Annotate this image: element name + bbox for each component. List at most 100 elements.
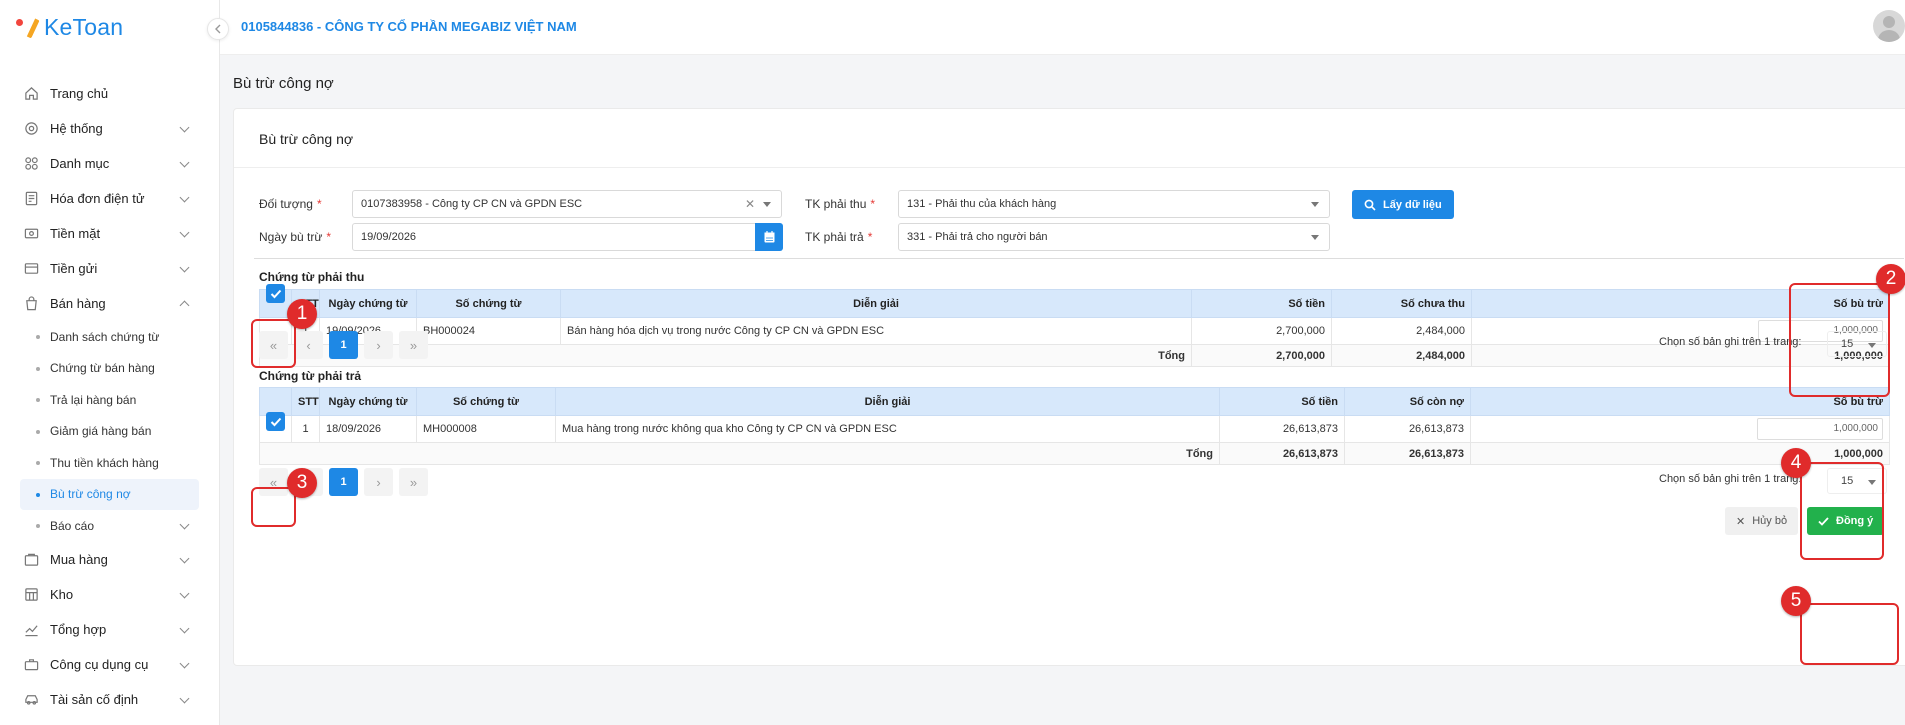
chart-icon (22, 620, 40, 638)
cell-description: Bán hàng hóa dịch vụ trong nước Công ty … (560, 317, 1192, 345)
ngay-bu-tru-input[interactable]: 19/09/2026 (352, 223, 756, 251)
check-icon (270, 289, 281, 298)
annotation-box-3 (251, 487, 296, 527)
doi-tuong-select[interactable]: 0107383958 - Công ty CP CN và GPDN ESC ✕ (352, 190, 782, 218)
tk-phai-thu-value: 131 - Phải thu của khách hàng (907, 198, 1057, 210)
col-header-debt: Số còn nợ (1344, 387, 1471, 416)
doi-tuong-label: Đối tượng * (259, 197, 322, 211)
payable-row-checkbox[interactable] (266, 412, 285, 431)
col-header-date: Ngày chứng từ (319, 289, 417, 318)
sidebar-item-tools[interactable]: Công cụ dụng cụ (0, 647, 220, 682)
total-row: Tổng 26,613,873 26,613,873 1,000,000 (259, 442, 1890, 465)
sidebar-item-label: Kho (50, 586, 74, 602)
sidebar-item-deposit[interactable]: Tiền gửi (0, 251, 220, 286)
sidebar-subitem-document-list[interactable]: Danh sách chứng từ (0, 321, 220, 353)
total-debt: 26,613,873 (1344, 442, 1471, 465)
sidebar-item-purchasing[interactable]: Mua hàng (0, 542, 220, 577)
avatar[interactable] (1873, 10, 1905, 42)
sidebar-subitem-label: Bù trừ công nợ (50, 487, 131, 502)
table-row[interactable]: 1 19/09/2026 BH000024 Bán hàng hóa dịch … (259, 317, 1890, 345)
sidebar-item-system[interactable]: Hệ thống (0, 111, 220, 146)
tk-phai-thu-label: TK phải thu * (805, 197, 876, 211)
chevron-down-icon (179, 227, 190, 238)
sidebar-subitem-debt-offset[interactable]: Bù trừ công nợ (20, 478, 199, 510)
cell-date: 18/09/2026 (319, 415, 417, 443)
sidebar-item-label: Tài sản cố định (50, 691, 139, 707)
receivable-row-checkbox[interactable] (266, 284, 285, 303)
sidebar-item-fixed-assets[interactable]: Tài sản cố định (0, 682, 220, 717)
receivable-table: STT Ngày chứng từ Số chứng từ Diễn giải … (259, 289, 1890, 367)
sidebar-item-label: Hóa đơn điện tử (50, 191, 145, 206)
sidebar-subitem-label: Chứng từ bán hàng (50, 361, 155, 376)
prev-page-button[interactable]: ‹ (294, 331, 323, 359)
page-number-button[interactable]: 1 (329, 331, 358, 359)
sidebar-subitem-reports[interactable]: Báo cáo (0, 510, 220, 542)
sidebar-collapse-button[interactable] (207, 18, 229, 40)
sidebar-item-cash[interactable]: Tiền mặt (0, 216, 220, 251)
chevron-down-icon (179, 157, 190, 168)
col-header-amount: Số tiền (1219, 387, 1345, 416)
cell-doc-number: BH000024 (416, 317, 561, 345)
tk-phai-thu-select[interactable]: 131 - Phải thu của khách hàng (898, 190, 1330, 218)
chevron-left-icon (215, 24, 221, 34)
sidebar-subitem-sales-discount[interactable]: Giảm giá hàng bán (0, 416, 220, 448)
cell-stt: 1 (291, 415, 320, 443)
car-icon (22, 690, 40, 708)
chevron-up-icon (179, 300, 190, 311)
sidebar-item-home[interactable]: Trang chủ (0, 76, 220, 111)
close-icon[interactable]: ✕ (745, 197, 755, 211)
annotation-box-5 (1800, 603, 1899, 665)
calendar-button[interactable] (755, 223, 783, 251)
sidebar-item-catalog[interactable]: Danh mục (0, 146, 220, 181)
cancel-label: Hủy bỏ (1752, 515, 1788, 527)
last-page-button[interactable]: » (399, 331, 428, 359)
annotation-box-1 (251, 319, 296, 368)
sidebar-item-summary[interactable]: Tổng hợp (0, 612, 220, 647)
sidebar-menu: Trang chủ Hệ thống Danh mục Hóa đơn điện… (0, 76, 220, 717)
sidebar-subitem-sales-returns[interactable]: Trả lại hàng bán (0, 384, 220, 416)
sidebar-item-label: Tổng hợp (50, 621, 107, 637)
sidebar: KeToan Trang chủ Hệ thống Danh mục Hóa đ… (0, 0, 220, 725)
sidebar-item-label: Trang chủ (50, 86, 109, 101)
fetch-data-button[interactable]: Lấy dữ liệu (1352, 190, 1454, 219)
annotation-badge-1: 1 (287, 299, 317, 329)
table-row[interactable]: 1 18/09/2026 MH000008 Mua hàng trong nướ… (259, 415, 1890, 443)
total-amount: 26,613,873 (1219, 442, 1345, 465)
tk-phai-tra-select[interactable]: 331 - Phải trả cho người bán (898, 223, 1330, 251)
cancel-button[interactable]: ✕ Hủy bỏ (1725, 507, 1799, 535)
chevron-down-icon (179, 519, 190, 530)
tk-phai-tra-label: TK phải trả * (805, 230, 873, 244)
next-page-button[interactable]: › (364, 331, 393, 359)
page-number-button[interactable]: 1 (329, 468, 358, 496)
payable-table: STT Ngày chứng từ Số chứng từ Diễn giải … (259, 387, 1890, 465)
offset-input[interactable]: 1,000,000 (1757, 418, 1883, 440)
sidebar-subitem-label: Trả lại hàng bán (50, 392, 137, 407)
warehouse-icon (22, 585, 40, 603)
sidebar-item-label: Công cụ dụng cụ (50, 656, 149, 672)
divider (254, 258, 1904, 259)
debt-offset-card: Bù trừ công nợ Đối tượng * 0107383958 - C… (233, 108, 1905, 666)
sidebar-item-label: Tiền gửi (50, 261, 98, 276)
page-title: Bù trừ công nợ (233, 75, 334, 92)
sidebar-item-label: Hệ thống (50, 121, 103, 136)
sidebar-subitem-sales-documents[interactable]: Chứng từ bán hàng (0, 353, 220, 385)
annotation-box-4 (1800, 462, 1884, 560)
caret-down-icon (1311, 235, 1319, 240)
bag-icon (22, 295, 40, 313)
calendar-icon (764, 231, 774, 243)
cell-description: Mua hàng trong nước không qua kho Công t… (555, 415, 1220, 443)
last-page-button[interactable]: » (399, 468, 428, 496)
sidebar-item-warehouse[interactable]: Kho (0, 577, 220, 612)
per-page-label: Chọn số bản ghi trên 1 trang: (1659, 336, 1802, 348)
sidebar-item-label: Danh mục (50, 156, 110, 171)
card-title: Bù trừ công nợ (259, 131, 354, 147)
next-page-button[interactable]: › (364, 468, 393, 496)
logo[interactable]: KeToan (14, 12, 123, 42)
sidebar-subitem-customer-receipts[interactable]: Thu tiền khách hàng (0, 447, 220, 479)
col-header-amount: Số tiền (1191, 289, 1332, 318)
sidebar-item-sales[interactable]: Bán hàng (0, 286, 220, 321)
cell-doc-number: MH000008 (416, 415, 556, 443)
cell-unpaid: 2,484,000 (1331, 317, 1472, 345)
sidebar-item-einvoice[interactable]: Hóa đơn điện tử (0, 181, 220, 216)
logo-mark-icon (14, 15, 44, 39)
